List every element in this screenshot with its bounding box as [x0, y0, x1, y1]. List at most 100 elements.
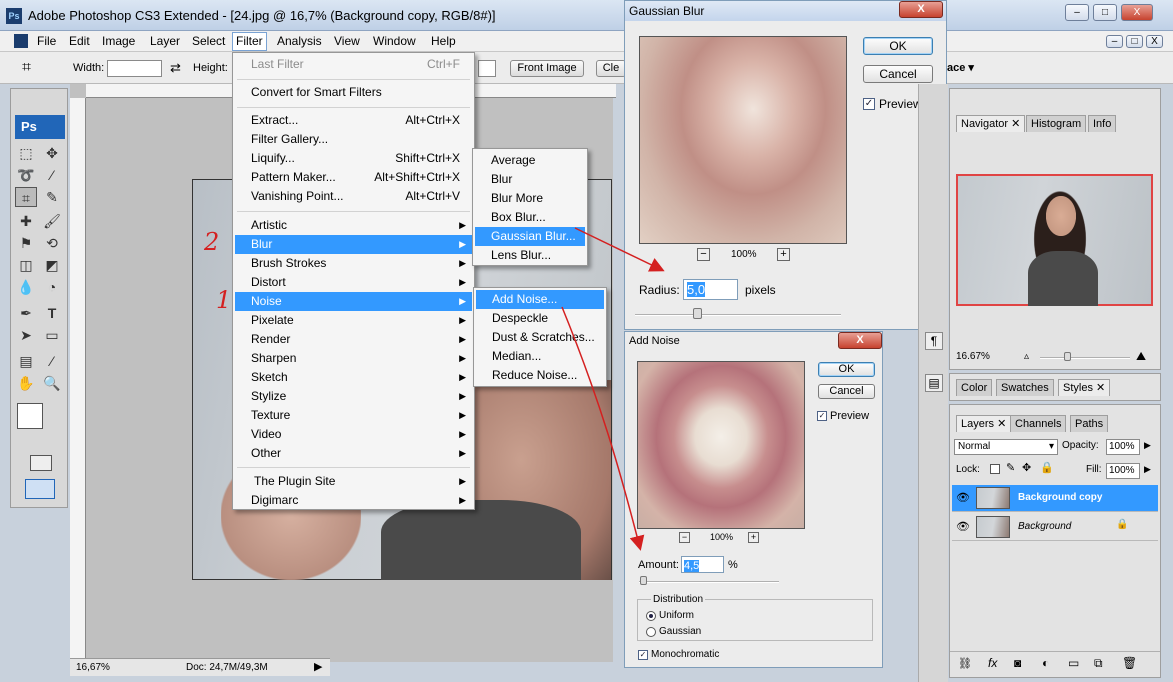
menu-item-vanishing-point[interactable]: Vanishing Point... Alt+Ctrl+V — [235, 187, 472, 206]
menu-item-extract[interactable]: Extract... Alt+Ctrl+X — [235, 111, 472, 130]
brush-tool-icon[interactable]: 🖌 — [41, 211, 63, 231]
menu-item-pattern-maker[interactable]: Pattern Maker... Alt+Shift+Ctrl+X — [235, 168, 472, 187]
menu-item-plugin-site[interactable]: The Plugin Site ▶ — [235, 472, 472, 491]
navigator-thumbnail[interactable] — [956, 174, 1153, 306]
submenu-item-add-noise[interactable]: Add Noise... — [476, 290, 604, 309]
move-tool-icon[interactable]: ✥ — [41, 143, 63, 163]
menu-analysis[interactable]: Analysis — [277, 34, 322, 48]
lock-move-icon[interactable]: ✥ — [1022, 461, 1031, 474]
menu-item-sketch[interactable]: Sketch ▶ — [235, 368, 472, 387]
pen-tool-icon[interactable]: ✒ — [15, 303, 37, 323]
blur-tool-icon[interactable]: 💧 — [15, 277, 37, 297]
navigator-zoom-thumb[interactable] — [1064, 352, 1071, 361]
menu-item-stylize[interactable]: Stylize ▶ — [235, 387, 472, 406]
radius-slider-thumb[interactable] — [693, 308, 702, 319]
crop-tool-icon[interactable]: ⌗ — [15, 187, 37, 207]
menu-item-convert-smart-filters[interactable]: Convert for Smart Filters — [235, 83, 472, 102]
menu-item-video[interactable]: Video ▶ — [235, 425, 472, 444]
eraser-tool-icon[interactable]: ◫ — [15, 255, 37, 275]
lasso-tool-icon[interactable]: ➰ — [15, 165, 37, 185]
menu-item-brush-strokes[interactable]: Brush Strokes ▶ — [235, 254, 472, 273]
uniform-radio[interactable] — [646, 611, 656, 621]
eye-icon[interactable]: 👁 — [955, 519, 971, 535]
workspace-dropdown[interactable]: ace ▾ — [947, 61, 974, 74]
menu-view[interactable]: View — [334, 34, 360, 48]
minimize-button[interactable]: – — [1065, 4, 1089, 21]
menu-item-distort[interactable]: Distort ▶ — [235, 273, 472, 292]
tab-info[interactable]: Info — [1088, 115, 1117, 132]
marquee-tool-icon[interactable]: ⬚ — [15, 143, 37, 163]
tab-swatches[interactable]: Swatches — [996, 379, 1054, 396]
close-button[interactable]: X — [899, 1, 943, 18]
submenu-item-blur-more[interactable]: Blur More — [475, 189, 585, 208]
zoom-out-mountain-icon[interactable]: ▵ — [1024, 351, 1029, 362]
menu-item-noise[interactable]: Noise ▶ — [235, 292, 472, 311]
history-panel-icon[interactable]: ▤ — [925, 374, 943, 392]
navigator-zoom[interactable]: 16.67% — [956, 351, 990, 362]
doc-minimize-button[interactable]: – — [1106, 35, 1123, 48]
menu-item-other[interactable]: Other ▶ — [235, 444, 472, 463]
submenu-item-median[interactable]: Median... — [476, 347, 604, 366]
paragraph-panel-icon[interactable]: ¶ — [925, 332, 943, 350]
radius-slider-track[interactable] — [635, 314, 841, 316]
width-input[interactable] — [107, 60, 162, 77]
zoom-tool-icon[interactable]: 🔍 — [41, 373, 63, 393]
menu-window[interactable]: Window — [373, 34, 416, 48]
layer-mask-icon[interactable]: ◙ — [1014, 656, 1021, 670]
eye-icon[interactable]: 👁 — [955, 490, 971, 506]
opacity-input[interactable]: 100% — [1106, 439, 1140, 455]
navigator-zoom-slider[interactable] — [1040, 357, 1130, 359]
zoom-out-icon[interactable]: − — [679, 532, 690, 543]
new-layer-icon[interactable]: ⧉ — [1094, 656, 1103, 671]
eyedropper-icon[interactable]: ⁄ — [41, 351, 63, 371]
clear-button[interactable]: Cle — [596, 60, 626, 77]
preview-image[interactable] — [639, 36, 847, 244]
tab-histogram[interactable]: Histogram — [1026, 115, 1087, 132]
tab-color[interactable]: Color — [956, 379, 993, 396]
submenu-item-gaussian-blur[interactable]: Gaussian Blur... — [475, 227, 585, 246]
new-group-icon[interactable]: ▭ — [1068, 656, 1079, 670]
menu-layer[interactable]: Layer — [150, 34, 180, 48]
preview-image[interactable] — [637, 361, 805, 529]
resolution-unit-dropdown[interactable] — [478, 60, 496, 77]
ok-button[interactable]: OK — [818, 362, 875, 377]
tab-channels[interactable]: Channels — [1010, 415, 1067, 432]
menu-filter[interactable]: Filter — [232, 32, 267, 51]
menu-item-pixelate[interactable]: Pixelate ▶ — [235, 311, 472, 330]
tab-paths[interactable]: Paths — [1070, 415, 1109, 432]
notes-tool-icon[interactable]: ▤ — [15, 351, 37, 371]
swap-icon[interactable]: ⇄ — [170, 60, 181, 76]
quick-mask-icon[interactable] — [30, 455, 52, 471]
cancel-button[interactable]: Cancel — [818, 384, 875, 399]
rectangle-tool-icon[interactable]: ▭ — [41, 325, 63, 345]
blend-mode-dropdown[interactable]: Normal ▾ — [954, 439, 1058, 455]
menu-file[interactable]: File — [37, 34, 56, 48]
menu-item-filter-gallery[interactable]: Filter Gallery... — [235, 130, 472, 149]
menu-select[interactable]: Select — [192, 34, 225, 48]
amount-slider-track[interactable] — [639, 581, 779, 583]
menu-item-texture[interactable]: Texture ▶ — [235, 406, 472, 425]
menu-item-render[interactable]: Render ▶ — [235, 330, 472, 349]
ok-button[interactable]: OK — [863, 37, 933, 55]
type-tool-icon[interactable]: T — [41, 303, 63, 323]
submenu-item-box-blur[interactable]: Box Blur... — [475, 208, 585, 227]
link-layers-icon[interactable]: ⛓ — [958, 657, 972, 670]
adjustment-layer-icon[interactable]: ◐ — [1042, 656, 1049, 670]
magic-wand-tool-icon[interactable]: ⁄ — [41, 165, 63, 185]
screen-mode-icon[interactable] — [25, 479, 55, 499]
amount-input[interactable]: 4,5 — [681, 556, 724, 573]
zoom-level[interactable]: 16,67% — [76, 662, 110, 673]
tab-navigator[interactable]: Navigator ✕ — [956, 115, 1026, 132]
zoom-in-icon[interactable]: + — [777, 248, 790, 261]
lock-paint-icon[interactable]: ✎ — [1006, 461, 1015, 474]
opacity-arrow-icon[interactable]: ▶ — [1144, 440, 1151, 451]
submenu-item-lens-blur[interactable]: Lens Blur... — [475, 246, 585, 265]
submenu-item-reduce-noise[interactable]: Reduce Noise... — [476, 366, 604, 385]
monochromatic-checkbox[interactable]: ✓ — [638, 650, 648, 660]
hand-tool-icon[interactable]: ✋ — [15, 373, 37, 393]
layer-style-icon[interactable]: fx — [988, 656, 997, 670]
submenu-item-dust-scratches[interactable]: Dust & Scratches... — [476, 328, 604, 347]
clone-stamp-icon[interactable]: ⚑ — [15, 233, 37, 253]
layer-name[interactable]: Background — [1018, 521, 1071, 532]
cancel-button[interactable]: Cancel — [863, 65, 933, 83]
